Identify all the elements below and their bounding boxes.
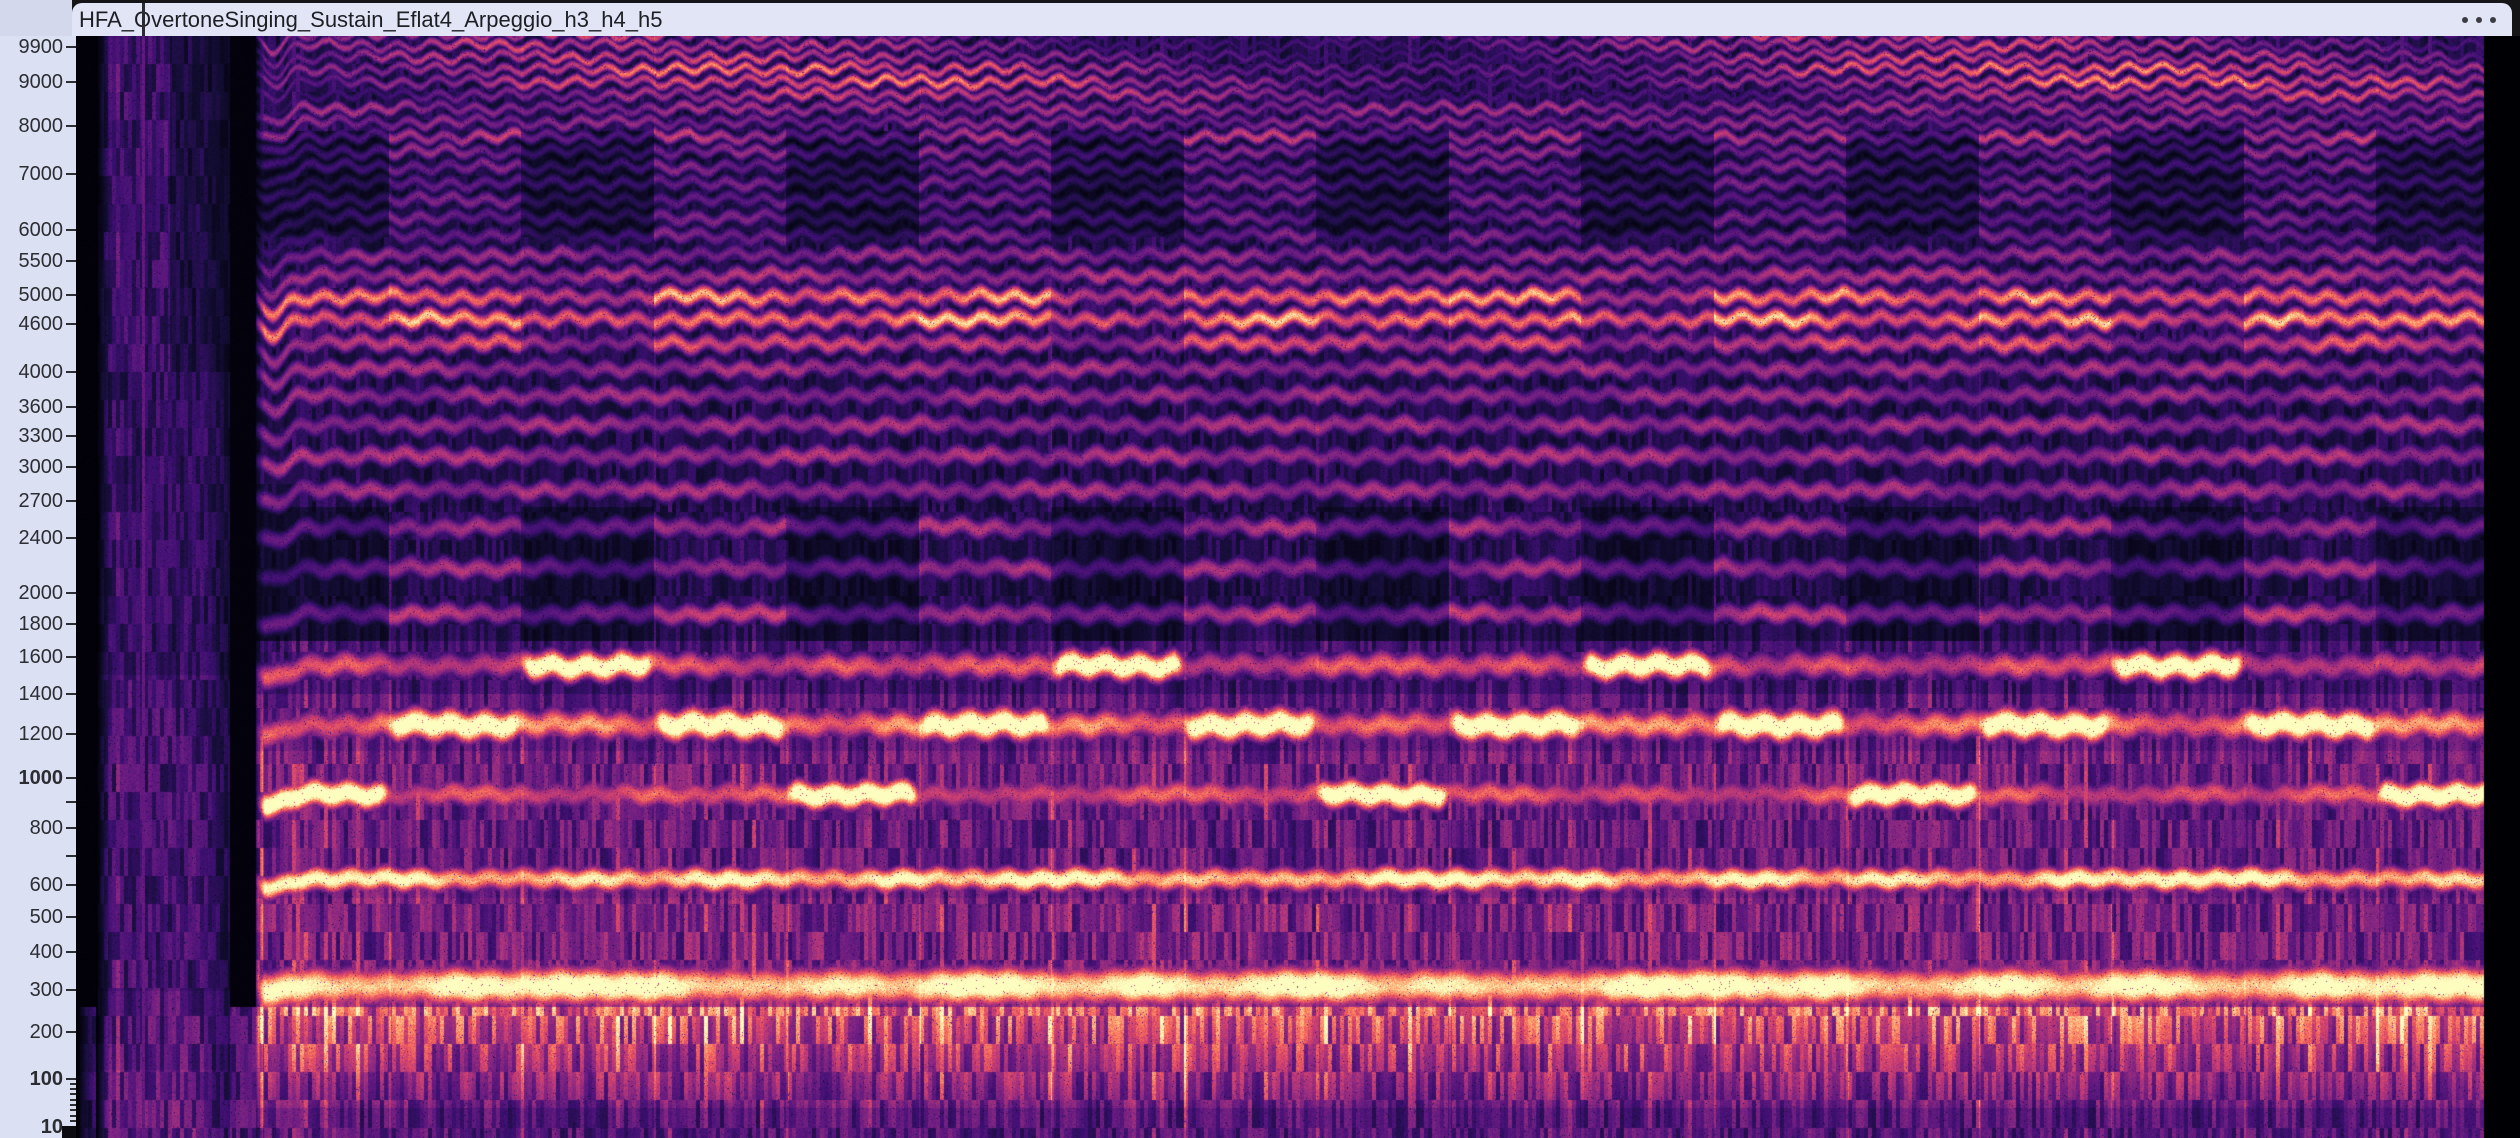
freq-tick-label: 100 — [30, 1069, 63, 1089]
freq-tick-label: 1200 — [19, 724, 64, 744]
ruler-header — [0, 0, 72, 36]
freq-tick-label: 300 — [30, 980, 63, 1000]
freq-tick — [66, 1031, 76, 1033]
freq-tick — [66, 81, 76, 83]
freq-tick-label: 6000 — [19, 220, 64, 240]
freq-tick-label: 10 — [41, 1117, 63, 1137]
freq-tick — [66, 801, 76, 803]
freq-tick-label: 1600 — [19, 647, 64, 667]
ellipsis-icon — [2462, 17, 2468, 23]
freq-tick-label: 8000 — [19, 116, 64, 136]
freq-tick — [66, 777, 76, 779]
freq-tick — [66, 656, 76, 658]
freq-tick-label: 500 — [30, 907, 63, 927]
freq-tick-label: 3000 — [19, 457, 64, 477]
freq-tick — [66, 733, 76, 735]
freq-tick — [66, 125, 76, 127]
freq-tick — [66, 592, 76, 594]
freq-tick-label: 600 — [30, 875, 63, 895]
freq-tick — [66, 466, 76, 468]
freq-tick-label: 2700 — [19, 491, 64, 511]
freq-tick — [66, 435, 76, 437]
ellipsis-icon — [2476, 17, 2482, 23]
window-title: HFA_OvertoneSinging_Sustain_Eflat4_Arpeg… — [72, 7, 662, 33]
freq-tick — [66, 916, 76, 918]
freq-tick — [66, 406, 76, 408]
freq-tick — [66, 173, 76, 175]
freq-tick — [70, 1099, 76, 1101]
freq-tick — [66, 500, 76, 502]
freq-tick — [70, 1120, 76, 1122]
freq-tick-label: 5000 — [19, 285, 64, 305]
frequency-ruler[interactable]: 9900 9000 8000 7000 6000 5500 5000 4600 4000 3600… — [0, 36, 76, 1138]
freq-tick — [66, 1078, 76, 1080]
freq-tick — [66, 537, 76, 539]
freq-tick-label: 1000 — [19, 768, 64, 788]
freq-tick — [66, 827, 76, 829]
ruler-corner — [62, 1126, 76, 1138]
freq-tick — [66, 623, 76, 625]
freq-tick-label: 1400 — [19, 684, 64, 704]
freq-tick-label: 800 — [30, 818, 63, 838]
freq-tick-label: 9000 — [19, 72, 64, 92]
freq-tick — [70, 1093, 76, 1095]
freq-tick-label: 5500 — [19, 251, 64, 271]
more-options-button[interactable] — [2454, 9, 2512, 31]
freq-tick — [66, 294, 76, 296]
freq-tick — [70, 1104, 76, 1106]
freq-tick-label: 3600 — [19, 397, 64, 417]
freq-tick-label: 2000 — [19, 583, 64, 603]
titlebar: HFA_OvertoneSinging_Sustain_Eflat4_Arpeg… — [72, 3, 2512, 36]
freq-tick — [70, 1088, 76, 1090]
freq-tick-label: 9900 — [19, 37, 64, 57]
freq-tick — [66, 371, 76, 373]
freq-tick-label: 3300 — [19, 426, 64, 446]
freq-tick — [70, 1115, 76, 1117]
freq-tick-label: 200 — [30, 1022, 63, 1042]
freq-tick-label: 1800 — [19, 614, 64, 634]
freq-tick-label: 4600 — [19, 314, 64, 334]
freq-tick — [70, 1109, 76, 1111]
freq-tick-label: 4000 — [19, 362, 64, 382]
freq-tick — [66, 884, 76, 886]
freq-tick — [66, 693, 76, 695]
freq-tick-label: 7000 — [19, 164, 64, 184]
freq-tick — [66, 260, 76, 262]
freq-tick-label: 2400 — [19, 528, 64, 548]
ellipsis-icon — [2490, 17, 2496, 23]
freq-tick — [66, 855, 76, 857]
freq-tick — [66, 951, 76, 953]
freq-tick — [66, 229, 76, 231]
app-window: HFA_OvertoneSinging_Sustain_Eflat4_Arpeg… — [0, 0, 2520, 1138]
freq-tick-label: 400 — [30, 942, 63, 962]
freq-tick — [66, 989, 76, 991]
spectrogram-canvas[interactable] — [76, 36, 2520, 1138]
playhead[interactable] — [142, 3, 145, 36]
freq-tick — [66, 46, 76, 48]
freq-tick — [70, 1083, 76, 1085]
freq-tick — [66, 323, 76, 325]
